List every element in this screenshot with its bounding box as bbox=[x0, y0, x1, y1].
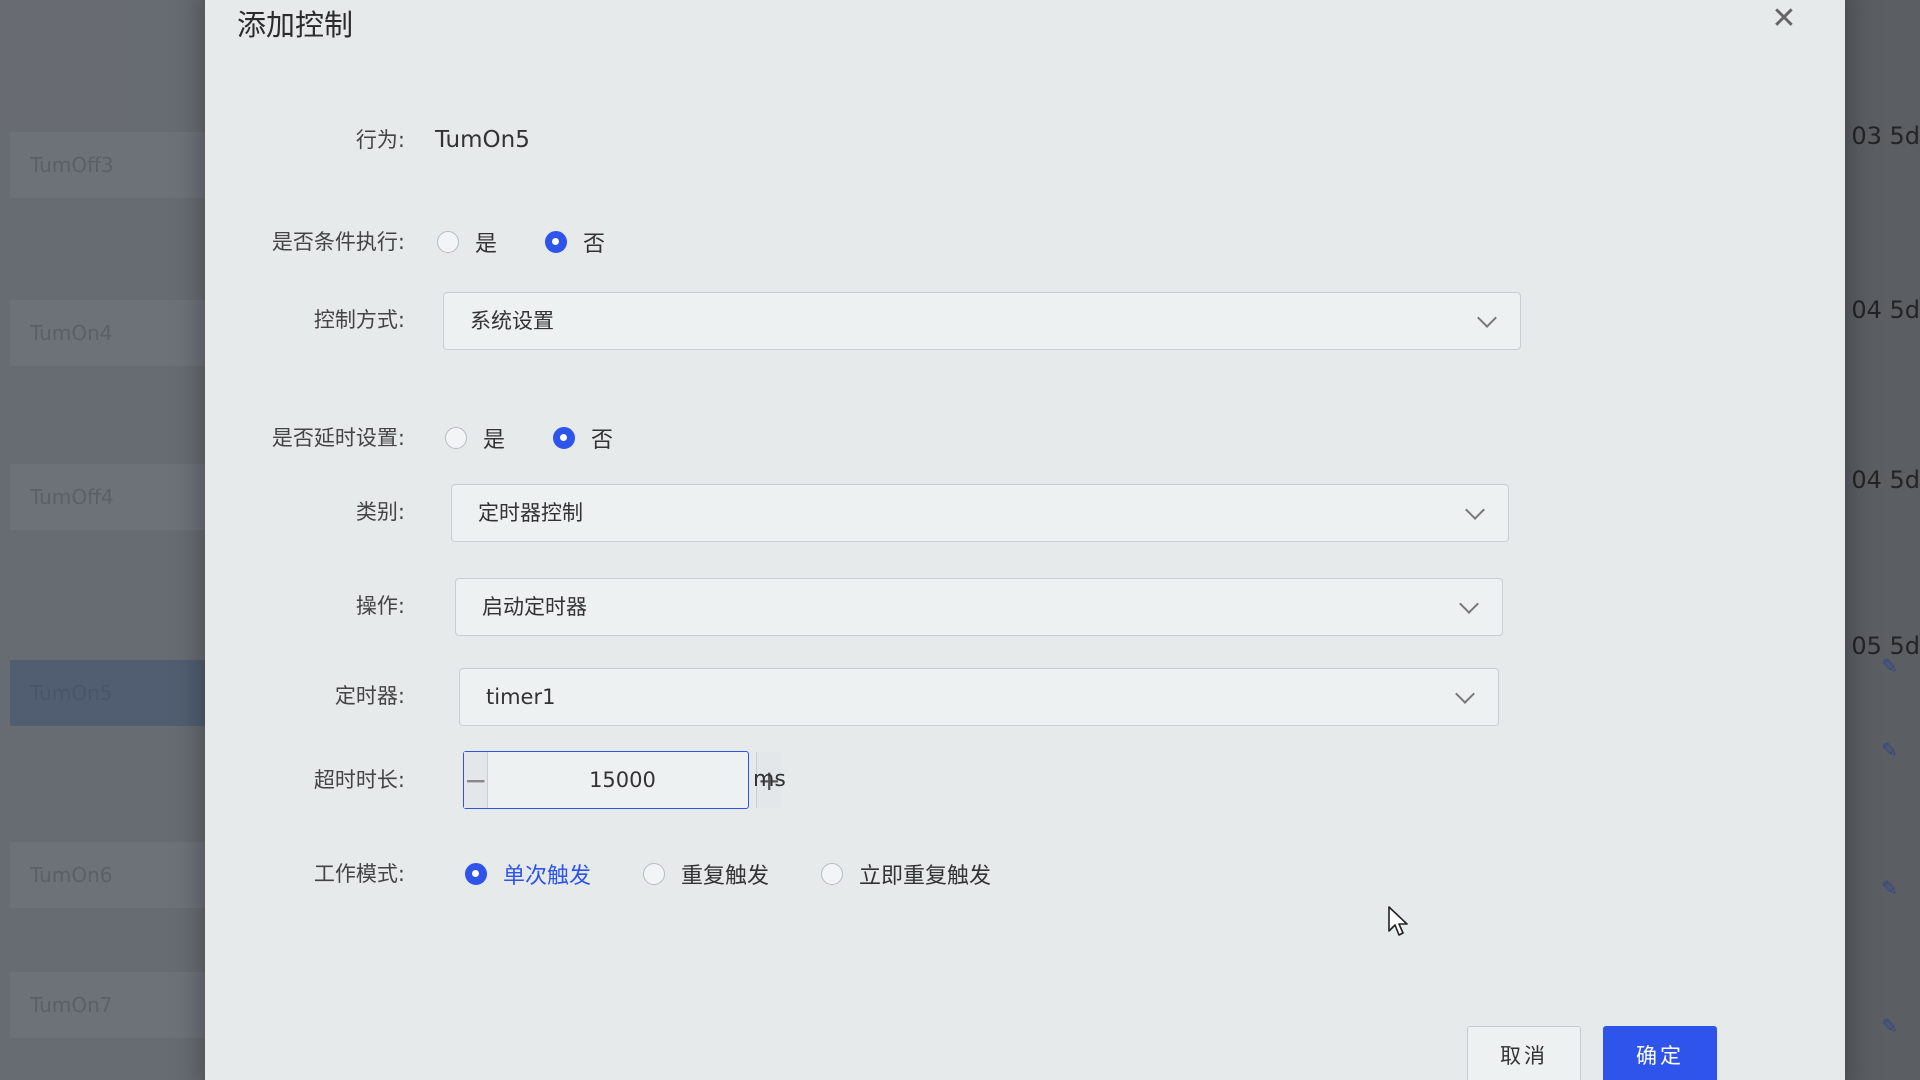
work-mode-label: 工作模式: bbox=[313, 862, 405, 886]
conditional-no-radio[interactable]: 否 bbox=[545, 226, 605, 258]
dialog-title: 添加控制 bbox=[237, 8, 354, 42]
operation-label: 操作: bbox=[355, 594, 405, 618]
category-select[interactable]: 定时器控制 bbox=[451, 484, 1509, 542]
operation-select[interactable]: 启动定时器 bbox=[455, 578, 1503, 636]
chevron-down-icon bbox=[1465, 500, 1485, 520]
behavior-row: 行为: TumOn5 bbox=[205, 110, 1845, 170]
control-mode-select[interactable]: 系统设置 bbox=[443, 292, 1521, 350]
conditional-label: 是否条件执行: bbox=[271, 230, 405, 254]
mouse-cursor-icon bbox=[1388, 906, 1408, 936]
behavior-label: 行为: bbox=[355, 128, 405, 152]
category-row: 类别: 定时器控制 bbox=[205, 482, 1845, 542]
close-icon[interactable]: ✕ bbox=[1767, 2, 1801, 36]
work-mode-radio-group: 单次触发 重复触发 立即重复触发 bbox=[465, 844, 1039, 904]
delay-no-radio[interactable]: 否 bbox=[553, 422, 613, 454]
repeat-trigger-radio[interactable]: 重复触发 bbox=[643, 858, 769, 890]
timer-label: 定时器: bbox=[334, 684, 405, 708]
timeout-stepper: − + bbox=[463, 751, 781, 809]
control-mode-row: 控制方式: 系统设置 bbox=[205, 290, 1845, 350]
chevron-down-icon bbox=[1459, 594, 1479, 614]
delay-row: 是否延时设置: 是 否 bbox=[205, 408, 1845, 468]
delay-yes-radio[interactable]: 是 bbox=[445, 422, 505, 454]
radio-checked-icon bbox=[465, 863, 487, 885]
radio-checked-icon bbox=[553, 427, 576, 449]
radio-label: 是 bbox=[483, 428, 506, 453]
radio-unchecked-icon bbox=[437, 231, 459, 253]
timeout-row: 超时时长: − + ms bbox=[205, 750, 1845, 810]
timeout-unit: ms bbox=[753, 767, 786, 792]
conditional-row: 是否条件执行: 是 否 bbox=[205, 212, 1845, 272]
control-mode-value: 系统设置 bbox=[470, 309, 554, 333]
radio-checked-icon bbox=[545, 231, 568, 253]
radio-unchecked-icon bbox=[445, 427, 467, 449]
conditional-radio-group: 是 否 bbox=[437, 212, 653, 272]
immediate-repeat-trigger-radio[interactable]: 立即重复触发 bbox=[821, 858, 991, 890]
category-label: 类别: bbox=[355, 500, 405, 524]
work-mode-row: 工作模式: 单次触发 重复触发 立即重复触发 bbox=[205, 844, 1845, 904]
operation-row: 操作: 启动定时器 bbox=[205, 576, 1845, 636]
timeout-input[interactable] bbox=[488, 752, 757, 808]
radio-label: 否 bbox=[583, 232, 606, 257]
timer-value: timer1 bbox=[486, 685, 556, 709]
radio-label: 重复触发 bbox=[681, 864, 770, 889]
control-mode-label: 控制方式: bbox=[313, 308, 405, 332]
radio-label: 单次触发 bbox=[503, 864, 592, 889]
category-value: 定时器控制 bbox=[478, 501, 583, 525]
delay-radio-group: 是 否 bbox=[445, 408, 661, 468]
radio-label: 立即重复触发 bbox=[859, 864, 992, 889]
operation-value: 启动定时器 bbox=[482, 595, 587, 619]
radio-unchecked-icon bbox=[821, 863, 844, 885]
delay-label: 是否延时设置: bbox=[271, 426, 405, 450]
timer-row: 定时器: timer1 bbox=[205, 666, 1845, 726]
timeout-label: 超时时长: bbox=[313, 768, 405, 792]
decrement-button[interactable]: − bbox=[464, 752, 489, 808]
confirm-button[interactable]: 确定 bbox=[1603, 1026, 1717, 1080]
cancel-button[interactable]: 取消 bbox=[1467, 1026, 1581, 1080]
radio-label: 是 bbox=[475, 232, 498, 257]
add-control-dialog: 添加控制 ✕ 行为: TumOn5 是否条件执行: 是 否 控制方式: 系统设置… bbox=[205, 0, 1845, 1080]
radio-unchecked-icon bbox=[643, 863, 666, 885]
chevron-down-icon bbox=[1477, 308, 1497, 328]
behavior-value: TumOn5 bbox=[435, 127, 530, 153]
conditional-yes-radio[interactable]: 是 bbox=[437, 226, 497, 258]
timer-select[interactable]: timer1 bbox=[459, 668, 1499, 726]
chevron-down-icon bbox=[1455, 684, 1475, 704]
single-trigger-radio[interactable]: 单次触发 bbox=[465, 858, 591, 890]
radio-label: 否 bbox=[591, 428, 614, 453]
